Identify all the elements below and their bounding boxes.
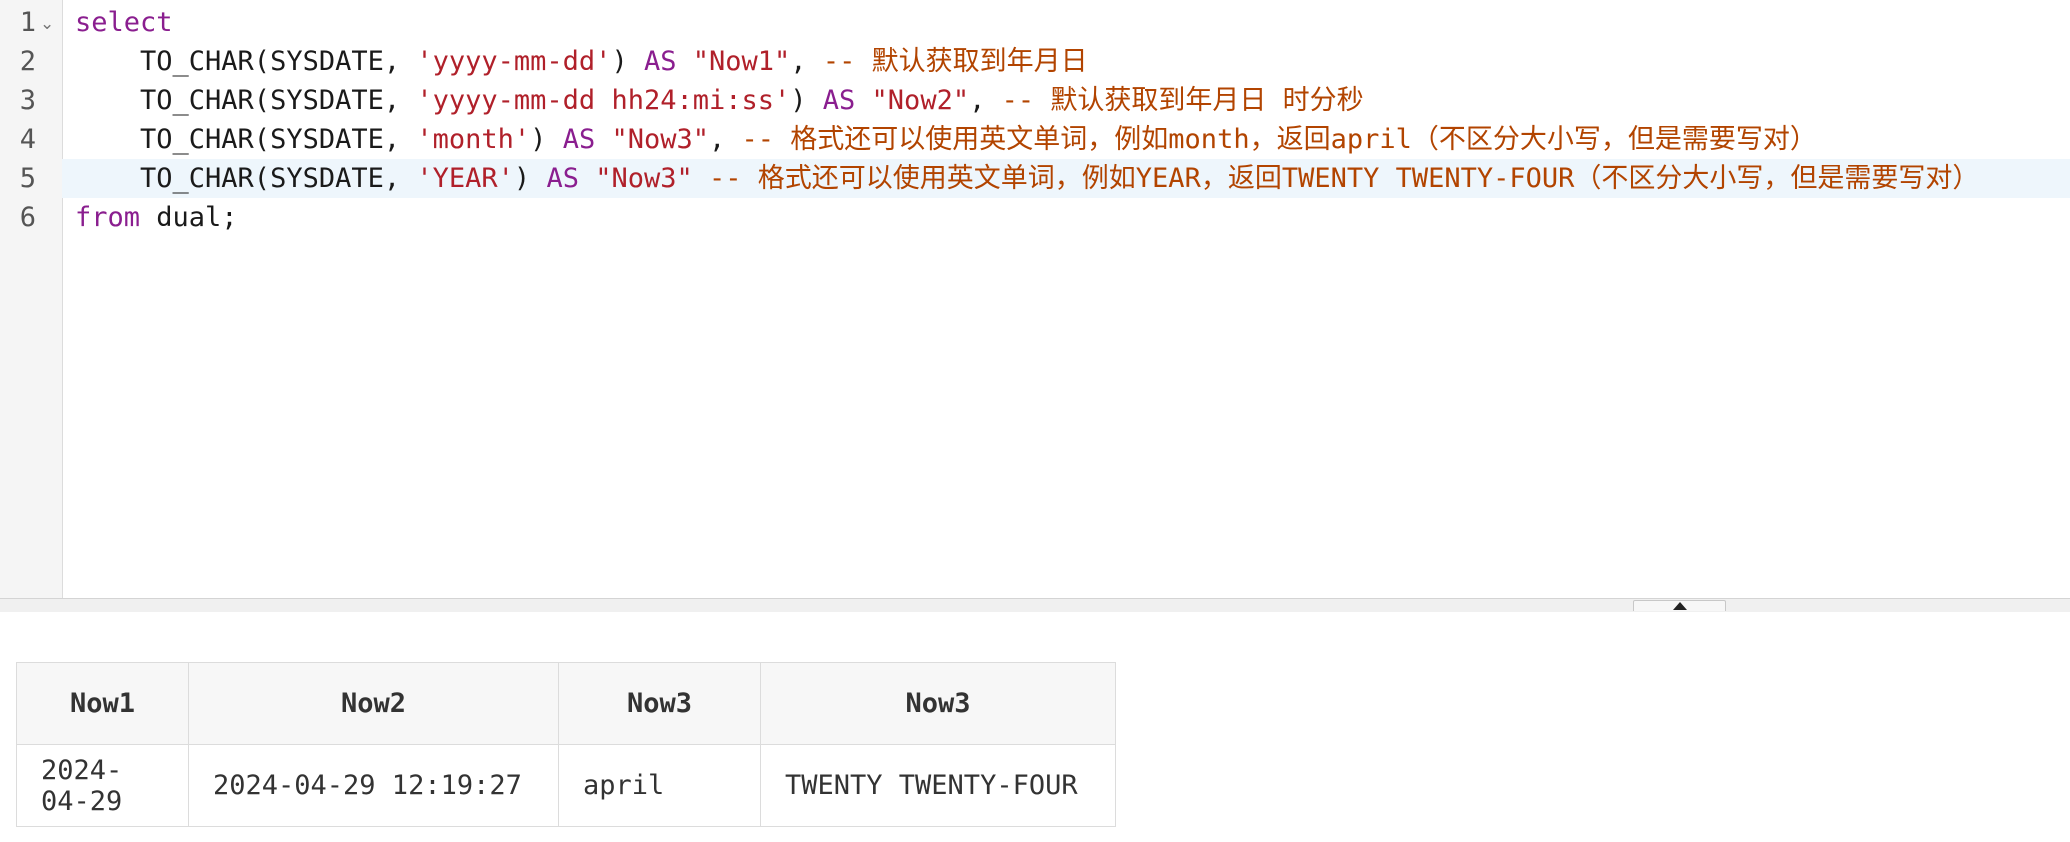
sql-text: ) bbox=[790, 85, 823, 116]
sql-keyword: AS bbox=[822, 85, 856, 116]
table-cell[interactable]: april bbox=[558, 744, 761, 827]
sql-text: TO_CHAR(SYSDATE, bbox=[75, 124, 417, 155]
code-line-text: from dual; bbox=[62, 202, 238, 233]
table-header-row: Now1 Now2 Now3 Now3 bbox=[16, 662, 1116, 745]
code-line[interactable]: select bbox=[62, 3, 2070, 42]
code-line-text: TO_CHAR(SYSDATE, 'yyyy-mm-dd') AS "Now1"… bbox=[62, 46, 1088, 77]
sql-string: 'month' bbox=[416, 124, 531, 155]
sql-text: , bbox=[969, 85, 1002, 116]
panel-splitter[interactable] bbox=[0, 598, 2070, 613]
sql-comment: -- 默认获取到年月日 时分秒 bbox=[1001, 85, 1364, 116]
code-line-text: TO_CHAR(SYSDATE, 'yyyy-mm-dd hh24:mi:ss'… bbox=[62, 85, 1364, 116]
sql-keyword: AS bbox=[546, 163, 579, 194]
code-line-text: TO_CHAR(SYSDATE, 'month') AS "Now3", -- … bbox=[62, 124, 1817, 155]
line-number: 1 bbox=[19, 7, 36, 38]
triangle-up-icon bbox=[1673, 602, 1687, 610]
sql-comment: -- 默认获取到年月日 bbox=[822, 46, 1088, 77]
column-header[interactable]: Now3 bbox=[760, 662, 1116, 745]
line-number: 5 bbox=[19, 163, 36, 194]
results-panel: Now1 Now2 Now3 Now3 2024-04-29 2024-04-2… bbox=[0, 612, 2070, 842]
sql-comment: -- 格式还可以使用英文单词，例如YEAR，返回TWENTY TWENTY-FO… bbox=[709, 163, 1980, 194]
sql-string: "Now3" bbox=[595, 163, 693, 194]
sql-string: "Now1" bbox=[692, 46, 791, 77]
table-cell[interactable]: 2024-04-29 12:19:27 bbox=[188, 744, 559, 827]
sql-string: 'YEAR' bbox=[416, 163, 514, 194]
code-line-text: TO_CHAR(SYSDATE, 'YEAR') AS "Now3" -- 格式… bbox=[62, 163, 1979, 194]
code-line-active[interactable]: TO_CHAR(SYSDATE, 'YEAR') AS "Now3" -- 格式… bbox=[62, 159, 2070, 198]
sql-keyword: AS bbox=[562, 124, 596, 155]
sql-text: ) bbox=[513, 163, 547, 194]
table-cell[interactable]: 2024-04-29 bbox=[16, 744, 189, 827]
sql-text: ) bbox=[611, 46, 644, 77]
sql-text: TO_CHAR(SYSDATE, bbox=[75, 46, 417, 77]
sql-string: 'yyyy-mm-dd' bbox=[416, 46, 612, 77]
sql-text: ) bbox=[530, 124, 563, 155]
code-line[interactable]: TO_CHAR(SYSDATE, 'yyyy-mm-dd') AS "Now1"… bbox=[62, 42, 2070, 81]
sql-editor[interactable]: 1 2 3 4 5 6 ⌄ select TO_CHAR(SYSDATE, 'y… bbox=[0, 0, 2070, 598]
code-line-text: select bbox=[62, 7, 173, 38]
line-number-gutter: 1 2 3 4 5 6 ⌄ bbox=[0, 0, 63, 598]
results-table: Now1 Now2 Now3 Now3 2024-04-29 2024-04-2… bbox=[16, 662, 1116, 827]
code-line[interactable]: TO_CHAR(SYSDATE, 'month') AS "Now3", -- … bbox=[62, 120, 2070, 159]
sql-string: 'yyyy-mm-dd hh24:mi:ss' bbox=[416, 85, 791, 116]
sql-keyword: select bbox=[75, 7, 173, 38]
sql-text: TO_CHAR(SYSDATE, bbox=[75, 163, 417, 194]
code-line[interactable]: TO_CHAR(SYSDATE, 'yyyy-mm-dd hh24:mi:ss'… bbox=[62, 81, 2070, 120]
table-cell[interactable]: TWENTY TWENTY-FOUR bbox=[760, 744, 1116, 827]
line-number: 4 bbox=[19, 124, 36, 155]
code-line[interactable]: from dual; bbox=[62, 198, 2070, 237]
column-header[interactable]: Now3 bbox=[558, 662, 761, 745]
sql-text: , bbox=[709, 124, 742, 155]
line-number: 6 bbox=[19, 202, 36, 233]
sql-keyword: AS bbox=[643, 46, 677, 77]
chevron-down-icon[interactable]: ⌄ bbox=[40, 14, 54, 34]
line-number: 2 bbox=[19, 46, 36, 77]
column-header[interactable]: Now2 bbox=[188, 662, 559, 745]
table-row[interactable]: 2024-04-29 2024-04-29 12:19:27 april TWE… bbox=[16, 744, 1116, 827]
line-number: 3 bbox=[19, 85, 36, 116]
sql-keyword: from bbox=[75, 202, 141, 233]
sql-text: TO_CHAR(SYSDATE, bbox=[75, 85, 417, 116]
sql-string: "Now2" bbox=[871, 85, 970, 116]
sql-text: dual; bbox=[140, 202, 238, 233]
column-header[interactable]: Now1 bbox=[16, 662, 189, 745]
sql-comment: -- 格式还可以使用英文单词，例如month，返回april（不区分大小写，但是… bbox=[741, 124, 1817, 155]
collapse-panel-button[interactable] bbox=[1633, 600, 1726, 611]
sql-text: , bbox=[790, 46, 823, 77]
sql-string: "Now3" bbox=[611, 124, 710, 155]
